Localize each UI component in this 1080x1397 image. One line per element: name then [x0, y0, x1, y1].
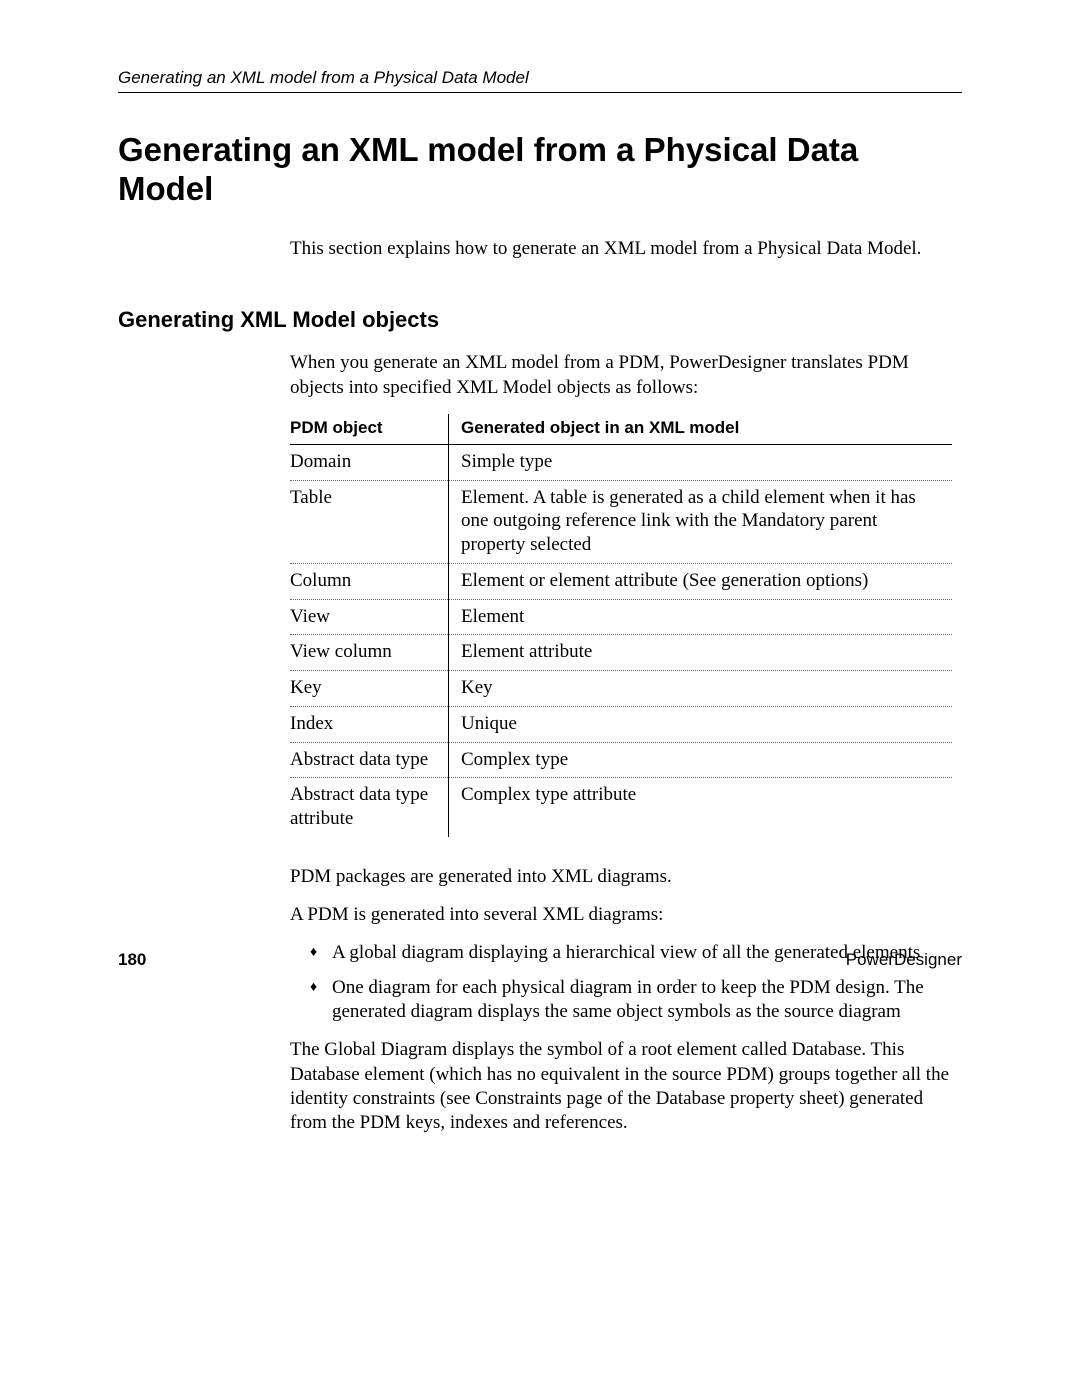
- paragraph: A PDM is generated into several XML diag…: [290, 903, 952, 927]
- cell-xml: Key: [449, 671, 953, 707]
- table-row: Abstract data type attributeComplex type…: [290, 778, 952, 837]
- cell-xml: Complex type attribute: [449, 778, 953, 837]
- table-row: View columnElement attribute: [290, 635, 952, 671]
- table-header-pdm: PDM object: [290, 414, 449, 445]
- cell-pdm: View: [290, 599, 449, 635]
- cell-xml: Unique: [449, 706, 953, 742]
- table-row: ViewElement: [290, 599, 952, 635]
- table-row: DomainSimple type: [290, 444, 952, 480]
- cell-pdm: Key: [290, 671, 449, 707]
- cell-pdm: Abstract data type attribute: [290, 778, 449, 837]
- cell-pdm: Domain: [290, 444, 449, 480]
- cell-xml: Element or element attribute (See genera…: [449, 563, 953, 599]
- table-row: Abstract data typeComplex type: [290, 742, 952, 778]
- cell-pdm: View column: [290, 635, 449, 671]
- page-number: 180: [118, 950, 146, 970]
- cell-pdm: Table: [290, 480, 449, 563]
- running-head: Generating an XML model from a Physical …: [118, 68, 962, 93]
- page-title: Generating an XML model from a Physical …: [118, 131, 962, 209]
- page: Generating an XML model from a Physical …: [0, 0, 1080, 1397]
- pdm-to-xml-table: PDM object Generated object in an XML mo…: [290, 414, 952, 837]
- cell-pdm: Index: [290, 706, 449, 742]
- cell-xml: Element. A table is generated as a child…: [449, 480, 953, 563]
- cell-pdm: Abstract data type: [290, 742, 449, 778]
- body-column: When you generate an XML model from a PD…: [290, 351, 952, 1135]
- table-row: TableElement. A table is generated as a …: [290, 480, 952, 563]
- product-name: PowerDesigner: [846, 950, 962, 970]
- list-item: One diagram for each physical diagram in…: [310, 976, 952, 1025]
- cell-xml: Simple type: [449, 444, 953, 480]
- body-column: This section explains how to generate an…: [290, 237, 952, 261]
- cell-xml: Complex type: [449, 742, 953, 778]
- paragraph: PDM packages are generated into XML diag…: [290, 865, 952, 889]
- table-row: IndexUnique: [290, 706, 952, 742]
- section-intro: When you generate an XML model from a PD…: [290, 351, 952, 400]
- cell-xml: Element: [449, 599, 953, 635]
- intro-paragraph: This section explains how to generate an…: [290, 237, 952, 261]
- table-header-xml: Generated object in an XML model: [449, 414, 953, 445]
- page-footer: 180 PowerDesigner: [118, 950, 962, 970]
- paragraph: The Global Diagram displays the symbol o…: [290, 1038, 952, 1135]
- table-row: KeyKey: [290, 671, 952, 707]
- table-row: ColumnElement or element attribute (See …: [290, 563, 952, 599]
- table-header-row: PDM object Generated object in an XML mo…: [290, 414, 952, 445]
- cell-pdm: Column: [290, 563, 449, 599]
- cell-xml: Element attribute: [449, 635, 953, 671]
- section-heading: Generating XML Model objects: [118, 307, 962, 333]
